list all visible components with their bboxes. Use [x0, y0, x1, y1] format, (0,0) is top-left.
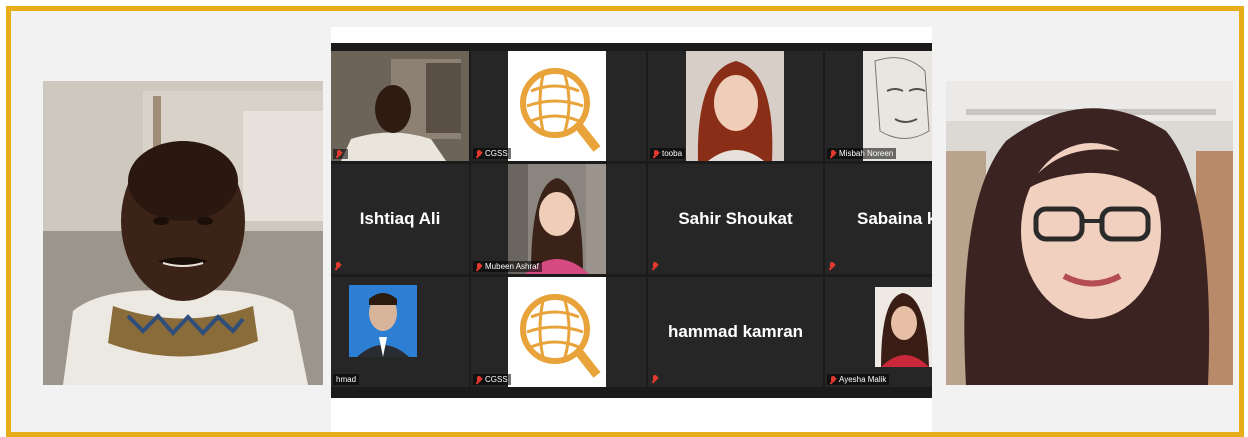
participant-tile-sahir-shoukat[interactable]: Sahir Shoukat	[648, 164, 823, 274]
participant-tile-tooba[interactable]: tooba	[648, 51, 823, 161]
participant-display-name: Sabaina k	[857, 209, 932, 228]
muted-mic-icon	[336, 150, 342, 158]
participant-footer: CGSS	[473, 148, 511, 159]
zoom-gallery-grid: CGSS tooba Misbah Noreen Ishtiaq Ali Mub…	[331, 43, 932, 398]
right-speaker-video[interactable]	[946, 81, 1233, 385]
participant-footer: Ayesha Malik	[827, 374, 890, 385]
participant-name: Ayesha Malik	[839, 375, 887, 384]
participant-footer: tooba	[650, 148, 686, 159]
muted-mic-icon	[653, 149, 659, 158]
participant-video	[825, 277, 932, 387]
muted-mic-icon	[652, 375, 658, 383]
presentation-frame: CGSS tooba Misbah Noreen Ishtiaq Ali Mub…	[6, 6, 1244, 437]
zoom-gallery-panel: CGSS tooba Misbah Noreen Ishtiaq Ali Mub…	[331, 27, 932, 432]
participant-display-name: hammad kamran	[667, 322, 804, 341]
participant-name: tooba	[662, 149, 683, 158]
cgss-logo	[471, 277, 646, 387]
participant-tile-hammad-kamran[interactable]: hammad kamran	[648, 277, 823, 387]
muted-mic-icon	[829, 262, 835, 270]
participant-display-name: Sahir Shoukat	[678, 209, 793, 228]
participant-tile-ahmad[interactable]: hmad	[331, 277, 469, 387]
participant-tile-speaker[interactable]	[331, 51, 469, 161]
participant-footer	[333, 149, 348, 159]
participant-tile-misbah-noreen[interactable]: Misbah Noreen	[825, 51, 932, 161]
participant-video	[331, 277, 469, 387]
participant-footer: Misbah Noreen	[827, 148, 897, 159]
participant-name: hmad	[336, 375, 357, 384]
left-speaker-image	[43, 81, 323, 385]
participant-name: CGSS	[485, 375, 508, 384]
participant-tile-mubeen-ashraf[interactable]: Mubeen Ashraf	[471, 164, 646, 274]
muted-mic-icon	[830, 149, 836, 158]
participant-video	[825, 51, 932, 161]
cgss-logo	[471, 51, 646, 161]
participant-tile-sabaina[interactable]: Sabaina k	[825, 164, 932, 274]
participant-footer: hmad	[333, 374, 360, 385]
muted-mic-icon	[476, 262, 482, 271]
participant-video	[331, 51, 469, 161]
participant-tile-cgss-2[interactable]: CGSS	[471, 277, 646, 387]
muted-mic-icon	[335, 262, 341, 270]
muted-mic-icon	[476, 375, 482, 384]
participant-name: Misbah Noreen	[839, 149, 894, 158]
participant-tile-cgss[interactable]: CGSS	[471, 51, 646, 161]
participant-footer: Mubeen Ashraf	[473, 261, 542, 272]
muted-mic-icon	[652, 262, 658, 270]
participant-name: CGSS	[485, 149, 508, 158]
muted-mic-icon	[476, 149, 482, 158]
participant-tile-ishtiaq-ali[interactable]: Ishtiaq Ali	[331, 164, 469, 274]
right-speaker-image	[946, 81, 1233, 385]
participant-video	[471, 164, 646, 274]
muted-mic-icon	[830, 375, 836, 384]
participant-tile-ayesha-malik[interactable]: Ayesha Malik	[825, 277, 932, 387]
participant-video	[648, 51, 823, 161]
participant-display-name: Ishtiaq Ali	[359, 209, 441, 228]
left-speaker-video[interactable]	[43, 81, 323, 385]
participant-footer: CGSS	[473, 374, 511, 385]
participant-name: Mubeen Ashraf	[485, 262, 539, 271]
